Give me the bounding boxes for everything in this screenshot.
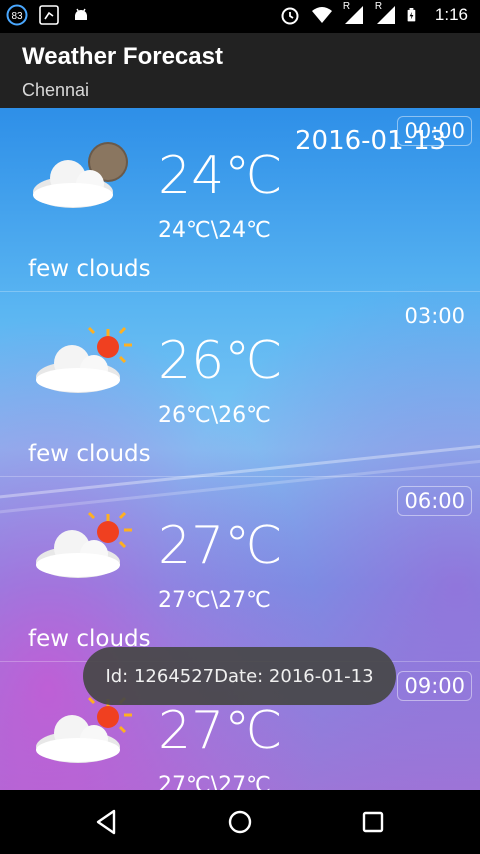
app-bar: Weather Forecast Chennai — [0, 33, 480, 108]
cloud-sun-icon — [36, 326, 132, 393]
time-label: 06:00 — [397, 486, 472, 516]
battery-charging-icon — [407, 8, 416, 22]
cloud-moon-icon — [33, 142, 128, 208]
time-label: 03:00 — [404, 304, 465, 328]
min-max-temperature: 27℃\27℃ — [158, 773, 271, 790]
clock: 1:16 — [434, 5, 468, 24]
time-label: 09:00 — [397, 671, 472, 701]
svg-text:83: 83 — [11, 11, 23, 22]
forecast-row[interactable]: 24℃ 24℃\24℃ few clouds 00:00 2016-01-13 — [0, 108, 480, 292]
forecast-row[interactable]: 26℃ 26℃\26℃ few clouds 03:00 — [0, 293, 480, 477]
tool-icon — [39, 5, 59, 25]
city-subtitle: Chennai — [22, 80, 90, 100]
min-max-temperature: 26℃\26℃ — [158, 403, 271, 428]
app-title: Weather Forecast — [22, 43, 223, 70]
cloud-sun-icon — [36, 696, 132, 763]
temperature: 24℃ — [158, 146, 283, 206]
temperature: 27℃ — [158, 516, 283, 576]
status-bar: 83 R R 1:16 — [0, 0, 480, 33]
signal-icon-2: R — [375, 1, 397, 26]
min-max-temperature: 27℃\27℃ — [158, 588, 271, 613]
recents-icon[interactable] — [357, 806, 389, 838]
cloud-sun-icon — [36, 511, 132, 578]
temperature: 26℃ — [158, 331, 283, 391]
toast-message: Id: 1264527Date: 2016-01-13 — [83, 647, 396, 705]
navigation-bar — [0, 790, 480, 854]
min-max-temperature: 24℃\24℃ — [158, 218, 271, 243]
forecast-row[interactable]: 27℃ 27℃\27℃ few clouds 06:00 — [0, 478, 480, 662]
signal-icon: R — [343, 1, 365, 26]
alarm-icon — [281, 7, 299, 25]
weather-description: few clouds — [28, 256, 151, 282]
home-icon[interactable] — [224, 806, 256, 838]
date-label: 2016-01-13 — [295, 126, 447, 156]
weather-description: few clouds — [28, 441, 151, 467]
temperature: 27℃ — [158, 701, 283, 761]
back-icon[interactable] — [90, 806, 122, 838]
wifi-icon — [311, 7, 332, 23]
android-debug-icon — [75, 8, 87, 20]
notification-count-icon: 83 — [6, 4, 28, 26]
